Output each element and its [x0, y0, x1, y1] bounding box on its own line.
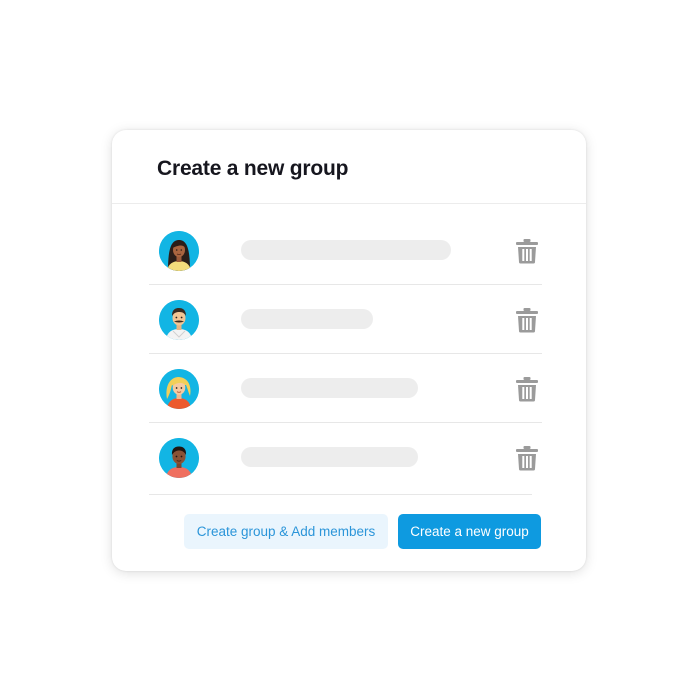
- avatar-woman-blonde-icon: [159, 369, 199, 409]
- trash-icon[interactable]: [516, 307, 538, 333]
- trash-icon[interactable]: [516, 238, 538, 264]
- create-new-group-button[interactable]: Create a new group: [398, 514, 541, 549]
- name-placeholder-bar: [241, 240, 451, 260]
- trash-icon[interactable]: [516, 445, 538, 471]
- name-placeholder-bar: [241, 378, 418, 398]
- name-placeholder-bar: [241, 309, 373, 329]
- avatar-man-mustache-icon: [159, 300, 199, 340]
- trash-icon[interactable]: [516, 376, 538, 402]
- name-placeholder-bar: [241, 447, 418, 467]
- create-group-dialog: Create a new group Create group & Add me…: [112, 130, 586, 571]
- create-group-add-members-button[interactable]: Create group & Add members: [184, 514, 388, 549]
- avatar-woman-long-hair-icon: [159, 231, 199, 271]
- member-row: [149, 354, 542, 423]
- dialog-header: Create a new group: [112, 130, 586, 204]
- dialog-title: Create a new group: [157, 157, 349, 180]
- footer-divider: [149, 494, 532, 495]
- member-list: [149, 216, 542, 492]
- member-row: [149, 285, 542, 354]
- avatar-man-dark-hair-icon: [159, 438, 199, 478]
- member-row: [149, 216, 542, 285]
- member-row: [149, 423, 542, 492]
